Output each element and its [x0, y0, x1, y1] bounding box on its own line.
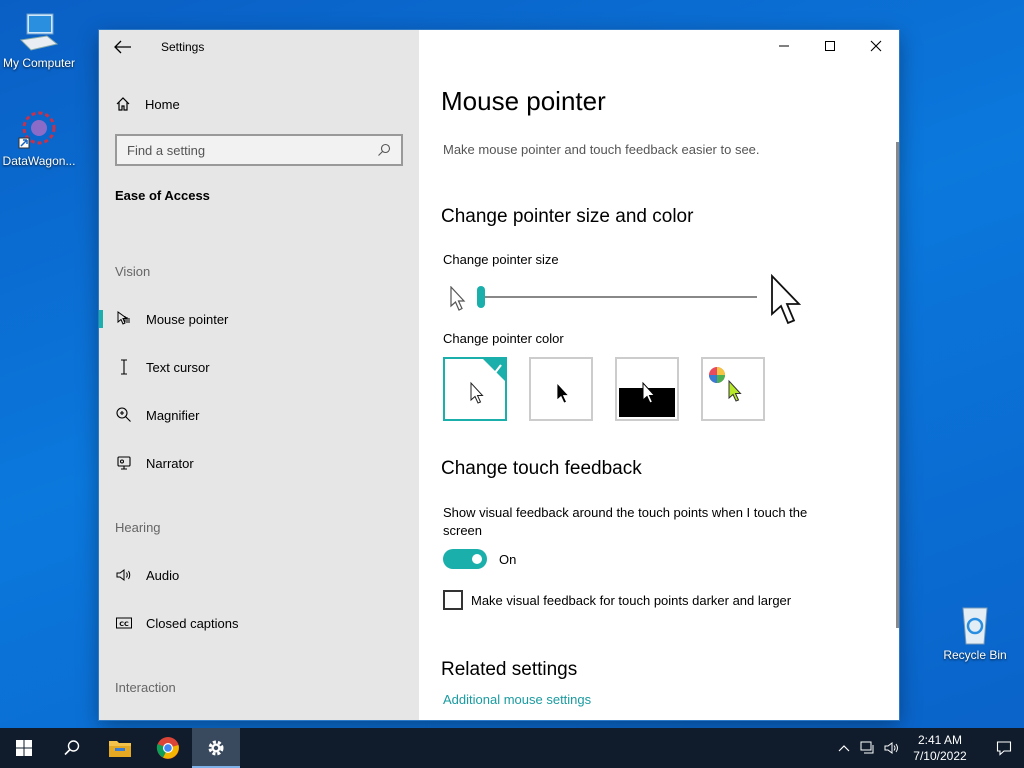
darker-feedback-checkbox[interactable] [443, 590, 463, 610]
sidebar-item-label: Mouse pointer [146, 311, 229, 327]
sidebar-item-mouse-pointer[interactable]: Mouse pointer [99, 301, 419, 337]
nav-home[interactable]: Home [115, 93, 180, 115]
system-tray: 2:41 AM 7/10/2022 [832, 728, 1024, 768]
darker-feedback-label: Make visual feedback for touch points da… [471, 593, 792, 608]
svg-text:CC: CC [119, 620, 129, 628]
pointer-size-slider-thumb[interactable] [477, 286, 485, 308]
desktop-icon-recycle-bin[interactable]: Recycle Bin [935, 602, 1015, 662]
sidebar-item-label: Text cursor [146, 359, 210, 375]
volume-icon [884, 742, 898, 754]
touch-feedback-toggle[interactable] [443, 549, 487, 569]
sidebar-item-audio[interactable]: Audio [99, 557, 419, 593]
page-subtitle: Make mouse pointer and touch feedback ea… [443, 142, 760, 157]
size-color-heading: Change pointer size and color [441, 206, 694, 227]
sidebar: Settings Home Ease of Access Vision [99, 30, 419, 720]
computer-icon [17, 10, 61, 54]
sidebar-item-narrator[interactable]: Narrator [99, 445, 419, 481]
related-settings-heading: Related settings [441, 659, 578, 680]
pointer-color-custom-option[interactable] [701, 357, 765, 421]
settings-taskbar-button[interactable] [192, 728, 240, 768]
clock-time: 2:41 AM [917, 733, 963, 747]
start-icon [16, 740, 32, 756]
action-center-button[interactable] [984, 728, 1024, 768]
desktop-icon-datawagon[interactable]: DataWagon... [0, 108, 79, 168]
chevron-up-icon [838, 745, 850, 752]
settings-window: Settings Home Ease of Access Vision [99, 30, 899, 720]
group-heading-hearing: Hearing [115, 520, 161, 535]
pointer-color-black-option[interactable] [529, 357, 593, 421]
toggle-knob [472, 554, 482, 564]
close-icon [870, 40, 882, 52]
file-explorer-icon [109, 741, 131, 757]
maximize-icon [825, 41, 835, 51]
audio-icon [115, 566, 133, 584]
mouse-pointer-icon [115, 310, 133, 328]
file-explorer-button[interactable] [96, 728, 144, 768]
additional-mouse-settings-link[interactable]: Additional mouse settings [443, 692, 591, 707]
closed-captions-icon: CC [115, 614, 133, 632]
section-title: Ease of Access [115, 188, 210, 203]
pointer-color-label: Change pointer color [443, 331, 564, 346]
magnifier-icon [115, 406, 133, 424]
maximize-button[interactable] [807, 30, 853, 62]
pointer-color-inverted-option[interactable] [615, 357, 679, 421]
search-box[interactable] [115, 134, 403, 166]
pointer-color-white-option[interactable] [443, 357, 507, 421]
recycle-bin-icon [953, 602, 997, 646]
search-input[interactable] [127, 142, 377, 158]
taskbar-search-button[interactable] [48, 728, 96, 768]
sidebar-item-closed-captions[interactable]: CC Closed captions [99, 605, 419, 641]
settings-gear-icon [208, 740, 224, 756]
pointer-size-label: Change pointer size [443, 252, 559, 267]
desktop-icon-label: DataWagon... [2, 154, 76, 168]
network-button[interactable] [856, 728, 880, 768]
search-icon [64, 740, 80, 756]
search-icon [378, 143, 391, 156]
sidebar-item-magnifier[interactable]: Magnifier [99, 397, 419, 433]
large-pointer-icon [771, 274, 802, 325]
sidebar-item-label: Narrator [146, 455, 194, 471]
small-pointer-icon [450, 286, 466, 311]
minimize-button[interactable] [761, 30, 807, 62]
narrator-icon [115, 454, 133, 472]
minimize-icon [779, 45, 789, 47]
back-arrow-icon [114, 40, 131, 54]
desktop-icon-label: My Computer [2, 56, 76, 70]
volume-button[interactable] [880, 728, 904, 768]
main-panel: Mouse pointer Make mouse pointer and tou… [419, 30, 899, 720]
scrollbar[interactable] [896, 142, 899, 628]
nav-home-label: Home [145, 96, 180, 112]
group-heading-vision: Vision [115, 264, 151, 279]
chrome-button[interactable] [144, 728, 192, 768]
window-title: Settings [161, 40, 205, 54]
close-button[interactable] [853, 30, 899, 62]
text-cursor-icon [115, 358, 133, 376]
clock-date: 7/10/2022 [913, 749, 967, 763]
back-button[interactable] [113, 38, 133, 56]
notification-icon [996, 741, 1012, 756]
home-icon [116, 97, 130, 111]
sidebar-item-label: Audio [146, 567, 180, 583]
show-hidden-icons-button[interactable] [832, 728, 856, 768]
datawagon-shortcut-icon [17, 108, 61, 152]
sidebar-item-text-cursor[interactable]: Text cursor [99, 349, 419, 385]
network-icon [860, 741, 874, 754]
toggle-state-label: On [499, 552, 517, 567]
taskbar-clock[interactable]: 2:41 AM 7/10/2022 [904, 732, 976, 764]
taskbar: 2:41 AM 7/10/2022 [0, 728, 1024, 768]
pointer-size-slider-track[interactable] [479, 296, 757, 298]
sidebar-item-label: Closed captions [146, 615, 239, 631]
touch-feedback-heading: Change touch feedback [441, 458, 642, 479]
touch-feedback-description: Show visual feedback around the touch po… [443, 505, 808, 538]
desktop-icon-label: Recycle Bin [943, 648, 1007, 662]
group-heading-interaction: Interaction [115, 680, 176, 695]
chrome-icon [156, 737, 179, 759]
desktop-icon-my-computer[interactable]: My Computer [0, 10, 79, 70]
start-button[interactable] [0, 728, 48, 768]
page-title: Mouse pointer [441, 86, 606, 116]
sidebar-item-label: Magnifier [146, 407, 200, 423]
